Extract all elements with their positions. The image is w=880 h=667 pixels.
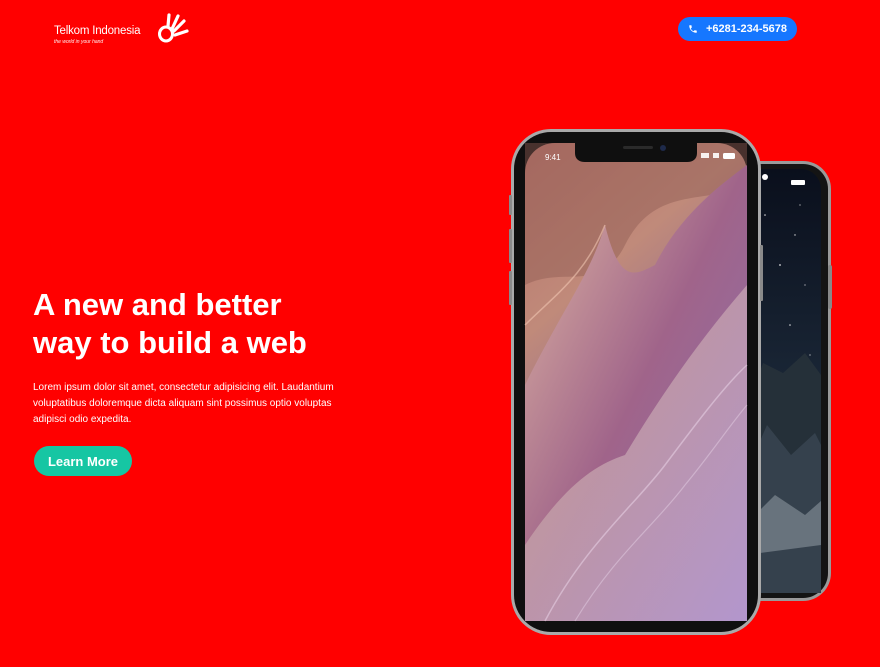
telkom-hand-icon: [154, 12, 190, 51]
phone-icon: [688, 24, 698, 34]
logo-tagline: the world in your hand: [54, 39, 104, 45]
front-phone: 9:41: [509, 129, 763, 635]
learn-more-button[interactable]: Learn More: [34, 446, 132, 476]
hero-title-line-2: way to build a web: [33, 325, 307, 360]
status-bar-time: 9:41: [545, 153, 561, 162]
phone-number: +6281-234-5678: [705, 23, 788, 35]
logo-name: Telkom Indonesia: [54, 25, 141, 37]
hero-title: A new and better way to build a web: [33, 286, 363, 362]
hero-title-line-1: A new and better: [33, 287, 282, 322]
contact-phone-button[interactable]: +6281-234-5678: [678, 17, 797, 41]
hero-description: Lorem ipsum dolor sit amet, consectetur …: [33, 382, 334, 425]
telkom-logo[interactable]: Telkom Indonesia the world in your hand: [54, 12, 194, 48]
phone-mockups-image: 9:41: [505, 125, 840, 637]
